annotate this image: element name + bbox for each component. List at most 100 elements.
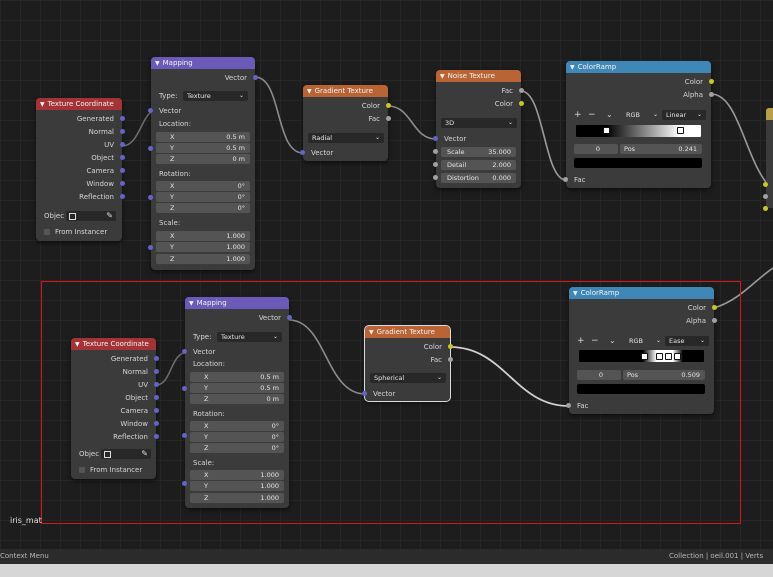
- collapse-icon[interactable]: ▼: [570, 64, 575, 71]
- node-title: Noise Texture: [447, 72, 495, 80]
- output-normal: Normal: [36, 126, 125, 138]
- add-stop-button[interactable]: +: [574, 109, 582, 121]
- input-vector: Vector: [148, 105, 255, 117]
- rotation-y[interactable]: Y 0°: [156, 192, 250, 202]
- node-title: Texture Coordinate: [47, 100, 114, 108]
- status-left: Context Menu: [0, 552, 49, 560]
- noise-texture-node[interactable]: ▼ Noise Texture Fac Color 3D ⌄ Vector Scal…: [433, 70, 524, 188]
- socket[interactable]: [709, 79, 714, 84]
- socket[interactable]: [763, 194, 768, 199]
- socket[interactable]: [120, 142, 125, 147]
- input-vector: Vector: [433, 133, 521, 145]
- object-field[interactable]: ✎: [66, 211, 116, 221]
- input-fac: Fac: [563, 174, 711, 186]
- offscreen-node[interactable]: [763, 108, 773, 211]
- socket[interactable]: [519, 101, 524, 106]
- socket[interactable]: [120, 129, 125, 134]
- ramp-stop-black[interactable]: [603, 127, 610, 134]
- selection-frame: [41, 281, 741, 524]
- rotation-label: Rotation:: [159, 170, 191, 178]
- ramp-stop-white[interactable]: [677, 127, 684, 134]
- socket[interactable]: [763, 182, 768, 187]
- location-z[interactable]: Z0 m: [156, 154, 250, 164]
- socket[interactable]: [433, 175, 438, 180]
- from-instancer-checkbox[interactable]: [44, 229, 50, 235]
- ramp-toolbar: + − ⌄ RGB ⌄ Linear ⌄: [566, 109, 711, 121]
- output-generated: Generated: [36, 113, 125, 125]
- scale-y[interactable]: Y 1.000: [156, 242, 250, 252]
- node-title: ColorRamp: [577, 63, 617, 71]
- output-color: Color: [303, 100, 391, 112]
- chevron-down-icon: ⌄: [374, 134, 380, 141]
- socket[interactable]: [709, 92, 714, 97]
- detail-field[interactable]: Detail 2.000: [441, 160, 516, 170]
- chevron-down-icon: ⌄: [507, 119, 513, 126]
- bottom-strip: [0, 564, 773, 577]
- scale-field[interactable]: Scale 35.000: [441, 147, 516, 157]
- pos-field[interactable]: Pos 0.241: [620, 144, 702, 154]
- texture-coordinate-node[interactable]: ▼ Texture Coordinate Generated Normal UV …: [36, 98, 125, 241]
- rotation-x[interactable]: X 0°: [156, 181, 250, 191]
- socket[interactable]: [763, 206, 768, 211]
- dimension-dropdown[interactable]: 3D ⌄: [441, 118, 517, 128]
- stop-color-swatch[interactable]: [574, 158, 702, 168]
- location-x[interactable]: X 0.5 m: [156, 132, 250, 142]
- output-color: Color: [566, 76, 714, 88]
- status-bar: Context Menu Collection | oeil.001 | Ver…: [0, 549, 773, 564]
- scale-x[interactable]: X 1.000: [156, 231, 250, 241]
- location-y[interactable]: Y 0.5 m: [156, 143, 250, 153]
- ramp-menu-button[interactable]: ⌄: [606, 109, 613, 121]
- object-icon: [69, 213, 76, 220]
- socket[interactable]: [433, 136, 438, 141]
- type-row: Type: Texture ⌄: [151, 90, 255, 102]
- color-ramp-bar[interactable]: [576, 125, 701, 137]
- colorramp-node[interactable]: ▼ ColorRamp Color Alpha + − ⌄ RGB ⌄ Linear…: [563, 61, 714, 188]
- scale-label: Scale:: [159, 219, 181, 227]
- socket[interactable]: [148, 108, 153, 113]
- socket-rotation[interactable]: [148, 195, 153, 200]
- eyedropper-icon[interactable]: ✎: [106, 210, 113, 222]
- location-label: Location:: [159, 120, 191, 128]
- output-vector: Vector: [151, 72, 258, 84]
- socket[interactable]: [433, 149, 438, 154]
- socket[interactable]: [519, 88, 524, 93]
- gradient-type-dropdown[interactable]: Radial ⌄: [308, 133, 384, 143]
- socket[interactable]: [433, 162, 438, 167]
- socket[interactable]: [300, 150, 305, 155]
- output-reflection: Reflection: [36, 191, 125, 203]
- socket[interactable]: [563, 177, 568, 182]
- socket[interactable]: [386, 116, 391, 121]
- link-ramp-to-right: [710, 93, 773, 191]
- stop-index-field[interactable]: 0: [574, 144, 618, 154]
- node-title: Gradient Texture: [314, 87, 373, 95]
- socket[interactable]: [120, 194, 125, 199]
- type-dropdown[interactable]: Texture ⌄: [183, 91, 248, 101]
- link-noise-to-ramp: [520, 90, 567, 181]
- distortion-field[interactable]: Distortion 0.000: [441, 173, 516, 183]
- collapse-icon[interactable]: ▼: [440, 73, 445, 80]
- interpolation-dropdown[interactable]: Linear ⌄: [662, 110, 706, 120]
- rotation-z[interactable]: Z 0°: [156, 203, 250, 213]
- socket[interactable]: [120, 116, 125, 121]
- remove-stop-button[interactable]: −: [588, 109, 596, 121]
- socket[interactable]: [120, 181, 125, 186]
- output-fac: Fac: [436, 85, 524, 97]
- output-color: Color: [436, 98, 524, 110]
- socket[interactable]: [120, 155, 125, 160]
- socket-scale[interactable]: [148, 245, 153, 250]
- scale-z[interactable]: Z 1.000: [156, 254, 250, 264]
- from-instancer-row: From Instancer: [44, 226, 122, 238]
- output-camera: Camera: [36, 165, 125, 177]
- gradient-texture-node[interactable]: ▼ Gradient Texture Color Fac Radial ⌄ Vect…: [300, 85, 391, 161]
- socket[interactable]: [386, 103, 391, 108]
- socket[interactable]: [253, 75, 258, 80]
- collapse-icon[interactable]: ▼: [155, 60, 160, 67]
- node-editor-canvas[interactable]: ▼ Texture Coordinate Generated Normal UV …: [0, 0, 773, 549]
- mapping-node[interactable]: ▼ Mapping Vector Type: Texture ⌄ Vector Lo…: [148, 57, 258, 270]
- output-uv: UV: [36, 139, 125, 151]
- socket-location[interactable]: [148, 146, 153, 151]
- collapse-icon[interactable]: ▼: [307, 88, 312, 95]
- socket[interactable]: [120, 168, 125, 173]
- color-mode-dropdown[interactable]: RGB ⌄: [622, 110, 662, 120]
- collapse-icon[interactable]: ▼: [40, 101, 45, 108]
